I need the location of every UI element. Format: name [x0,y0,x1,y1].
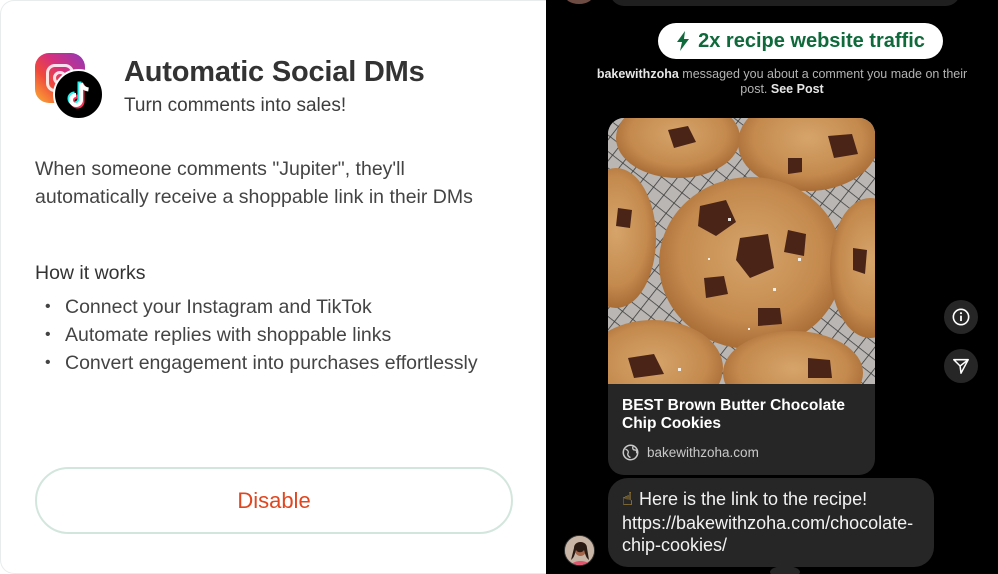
info-icon [952,308,970,326]
list-item: Connect your Instagram and TikTok [45,293,485,321]
message-text: Here is the link to the recipe! [638,489,868,509]
share-button[interactable] [944,349,978,383]
how-it-works-heading: How it works [35,262,146,284]
recipe-link[interactable]: https://bakewithzoha.com/chocolate-chip-… [622,512,920,557]
disable-button[interactable]: Disable [35,467,513,534]
card-site: bakewithzoha.com [622,444,759,461]
reaction-tab [770,566,800,574]
card-site-text: bakewithzoha.com [647,445,759,460]
card-title: BEST Brown Butter Chocolate Chip Cookies [622,397,846,432]
automation-settings-panel: Automatic Social DMs Turn comments into … [0,0,546,574]
list-item: Convert engagement into purchases effort… [45,349,485,377]
see-post-link[interactable]: See Post [771,82,824,96]
lightning-icon [677,31,690,51]
dm-notice: bakewithzoha messaged you about a commen… [592,67,972,97]
dm-message-bubble: ☝ Here is the link to the recipe! https:/… [608,478,934,567]
globe-icon [622,444,639,461]
cookie-photo [608,118,875,384]
list-item: Automate replies with shoppable links [45,321,485,349]
notice-username[interactable]: bakewithzoha [597,67,679,81]
notice-text: messaged you about a comment you made on… [682,67,968,96]
send-icon [953,358,969,374]
link-preview-card[interactable]: BEST Brown Butter Chocolate Chip Cookies… [608,118,875,475]
dm-preview: 2x recipe website traffic bakewithzoha m… [546,0,998,574]
info-button[interactable] [944,300,978,334]
feature-description: When someone comments "Jupiter", they'll… [35,158,473,208]
panel-title: Automatic Social DMs [124,56,425,88]
previous-message-bubble [610,0,960,6]
tiktok-logo-icon [53,69,104,120]
avatar [564,0,594,4]
pointing-up-icon: ☝ [622,489,633,510]
traffic-badge: 2x recipe website traffic [658,23,943,59]
how-it-works-list: Connect your Instagram and TikTok Automa… [45,293,485,377]
platform-logos [35,53,105,121]
panel-subtitle: Turn comments into sales! [124,95,347,116]
sender-avatar [564,535,595,566]
traffic-badge-text: 2x recipe website traffic [698,29,925,52]
